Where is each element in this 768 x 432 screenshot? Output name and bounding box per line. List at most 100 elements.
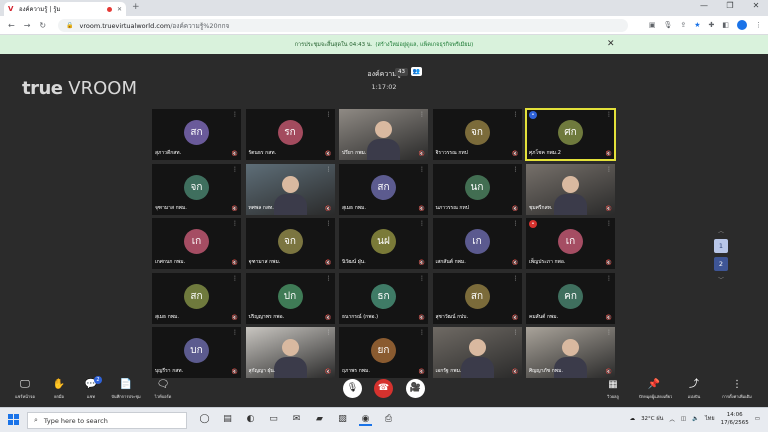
pin-speaker-button[interactable]: 📌 ปักหมุดผู้แสดงเดียว [639, 379, 672, 400]
whiteboard-button[interactable]: 🗨 ไวท์บอร์ด [148, 379, 178, 400]
input-language[interactable]: ไทย [705, 415, 715, 423]
weather-text[interactable]: 32°C ฝน [641, 415, 663, 423]
participant-tile[interactable]: เก ⋮ เกศกนก กพม. 🔇 [152, 218, 241, 269]
browser-menu-icon[interactable]: ⋮ [755, 21, 762, 29]
tile-menu-icon[interactable]: ⋮ [606, 329, 612, 336]
share-screen-button[interactable]: 🖵 แชร์หน้าจอ [10, 379, 40, 400]
participant-tile[interactable]: ⋮ ปรียา กพม. 🔇 [339, 109, 428, 160]
participant-count[interactable]: 43 👥 [395, 67, 422, 76]
participant-tile[interactable]: เก • ⋮ เพ็ญประภา กพอ. 🔇 [526, 218, 615, 269]
taskbar-clock[interactable]: 14:06 17/6/2565 [721, 411, 749, 427]
new-tab-button[interactable]: + [132, 2, 140, 12]
tile-menu-icon[interactable]: ⋮ [419, 111, 425, 118]
tile-menu-icon[interactable]: ⋮ [232, 220, 238, 227]
participant-tile[interactable]: ⋮ ชุมศรีกสท. 🔇 [526, 163, 615, 215]
share-link-button[interactable]: ⤴ แบ่งปัน [679, 379, 709, 400]
tile-menu-icon[interactable]: ⋮ [606, 220, 612, 227]
page-up-icon[interactable]: ︿ [718, 226, 724, 235]
tile-menu-icon[interactable]: ⋮ [513, 111, 519, 118]
photos-icon[interactable]: ▨ [336, 413, 349, 426]
bookmark-star-icon[interactable]: ★ [694, 21, 700, 29]
camera-permission-icon[interactable]: ▣ [649, 21, 656, 29]
tile-menu-icon[interactable]: ⋮ [232, 166, 238, 173]
tile-menu-icon[interactable]: ⋮ [513, 220, 519, 227]
tile-menu-icon[interactable]: ⋮ [513, 166, 519, 173]
raise-hand-button[interactable]: ✋ ยกมือ [44, 379, 74, 400]
participant-tile[interactable]: ศก • ⋮ ศุภโชค กพม.2 🔇 [525, 108, 616, 161]
back-icon[interactable]: ← [8, 21, 15, 30]
tile-menu-icon[interactable]: ⋮ [513, 275, 519, 282]
minimize-button[interactable]: — [698, 1, 710, 10]
participant-tile[interactable]: นฝ ⋮ นิวัฒน์ ฝุ่น. 🔇 [339, 218, 428, 269]
page-down-icon[interactable]: ﹀ [718, 275, 724, 284]
notice-upgrade-link[interactable]: (สร้างใหม่อยู่ดูแล, แพ็คเกจธุรกิจพรีเมีย… [375, 41, 473, 49]
tray-chevron-icon[interactable]: ︿ [669, 415, 675, 423]
profile-avatar[interactable] [737, 20, 747, 30]
tile-menu-icon[interactable]: ⋮ [419, 275, 425, 282]
tile-menu-icon[interactable]: ⋮ [606, 166, 612, 173]
camera-toggle-button[interactable]: 🎥 [406, 379, 425, 398]
forward-icon[interactable]: → [24, 21, 31, 30]
participant-tile[interactable]: ปก ⋮ ปริญญาพร กพอ. 🔇 [245, 272, 335, 324]
participant-tile[interactable]: ธก ⋮ ธนากรณ์ (กพอ.) 🔇 [339, 272, 428, 324]
tile-menu-icon[interactable]: ⋮ [419, 329, 425, 336]
tile-menu-icon[interactable]: ⋮ [326, 275, 332, 282]
reload-icon[interactable]: ↻ [39, 21, 46, 30]
chat-button[interactable]: 💬 2 แชท [76, 376, 106, 400]
tile-menu-icon[interactable]: ⋮ [513, 329, 519, 336]
meeting-notes-button[interactable]: 📄 บันทึกการประชุม [111, 379, 141, 400]
participant-tile[interactable]: สก ⋮ สุชาวัฒน์ กปบ. 🔇 [432, 272, 522, 324]
address-bar[interactable]: 🔒 vroom.truevirtualworld.com/องค์ความรู้… [58, 19, 628, 32]
participant-tile[interactable]: จก ⋮ จุฑามาส กพม. 🔇 [245, 218, 335, 269]
tile-menu-icon[interactable]: ⋮ [606, 275, 612, 282]
windows-start-icon[interactable] [8, 414, 19, 425]
share-page-icon[interactable]: ⇪ [680, 21, 686, 29]
notifications-icon[interactable]: ▭ [755, 416, 760, 422]
tile-menu-icon[interactable]: ⋮ [326, 220, 332, 227]
participant-tile[interactable]: จก ⋮ จุฑามาส กพม. 🔇 [152, 163, 241, 215]
tab-close-icon[interactable]: ✕ [117, 6, 122, 13]
chrome-icon[interactable]: ◉ [359, 413, 372, 426]
tile-menu-icon[interactable]: ⋮ [326, 166, 332, 173]
participant-tile[interactable]: สก ⋮ สุภาวดีกสท. 🔇 [152, 109, 241, 160]
volume-icon[interactable]: 🔈 [692, 416, 699, 422]
participant-tile[interactable]: คก ⋮ คมสันต์ กพม. 🔇 [526, 272, 615, 324]
tile-menu-icon[interactable]: ⋮ [326, 329, 332, 336]
participant-tile[interactable]: รก ⋮ รัตนธร กสท. 🔇 [245, 109, 335, 160]
participant-tile[interactable]: นก ⋮ นภาวรรณ กทป 🔇 [432, 163, 522, 215]
tile-menu-icon[interactable]: ⋮ [326, 111, 332, 118]
edge-browser-icon[interactable]: ◐ [244, 413, 257, 426]
tile-menu-icon[interactable]: ⋮ [232, 275, 238, 282]
tile-menu-icon[interactable]: ⋮ [232, 329, 238, 336]
mic-toggle-button[interactable]: 🎙 [343, 379, 362, 398]
task-view-icon[interactable]: ◯ [198, 413, 211, 426]
close-window-button[interactable]: ✕ [750, 1, 762, 10]
participant-tile[interactable]: สก ⋮ สุเมธ กพม. 🔇 [152, 272, 241, 324]
tile-menu-icon[interactable]: ⋮ [232, 111, 238, 118]
leave-meeting-button[interactable]: ☎ [374, 379, 393, 398]
network-icon[interactable]: ◫ [681, 416, 686, 422]
participant-tile[interactable]: สก ⋮ สุเมธ กพม. 🔇 [339, 163, 428, 215]
taskbar-search-box[interactable]: ⌕ Type here to search [27, 412, 187, 429]
page-2-button[interactable]: 2 [714, 257, 728, 271]
tile-menu-icon[interactable]: ⋮ [419, 166, 425, 173]
browser-tab[interactable]: V องค์ความรู้ | รู้ม ✕ [4, 2, 126, 16]
participant-tile[interactable]: ⋮ ทศพล กสท. 🔇 [245, 163, 335, 215]
mail-icon[interactable]: ✉ [290, 413, 303, 426]
more-settings-button[interactable]: ⋮ การตั้งค่าเพิ่มเติม [722, 379, 752, 400]
page-1-button[interactable]: 1 [714, 239, 728, 253]
file-explorer-icon[interactable]: ▭ [267, 413, 280, 426]
pdf-reader-icon[interactable]: ⎙ [382, 413, 395, 426]
participant-tile[interactable]: จก ⋮ จิราวรรณ กทป 🔇 [432, 109, 522, 160]
tile-menu-icon[interactable]: ⋮ [606, 111, 612, 118]
side-panel-icon[interactable]: ◧ [722, 21, 729, 29]
tile-menu-icon[interactable]: ⋮ [419, 220, 425, 227]
participant-tile[interactable]: เก ⋮ เสกสันต์ กพม. 🔇 [432, 218, 522, 269]
extensions-icon[interactable]: ✚ [709, 21, 715, 29]
mic-permission-icon[interactable]: 🎙 [663, 21, 672, 29]
notice-close-icon[interactable]: ✕ [607, 39, 615, 49]
maximize-button[interactable]: ❐ [724, 1, 736, 10]
folder-icon[interactable]: ▰ [313, 413, 326, 426]
view-layout-button[interactable]: ▦ วิวผลลู [598, 379, 628, 400]
weather-icon[interactable]: ☁ [630, 416, 636, 422]
